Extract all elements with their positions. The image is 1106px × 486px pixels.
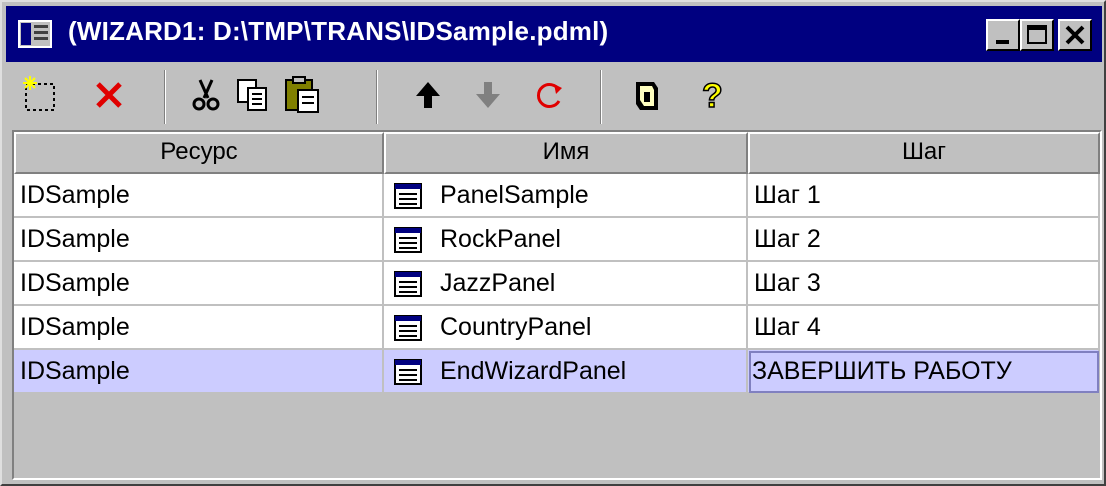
- arrow-up-icon: [416, 82, 440, 108]
- column-header-name[interactable]: Имя: [384, 132, 748, 174]
- toolbar-separator: [164, 70, 166, 124]
- copy-button[interactable]: [232, 74, 276, 116]
- panel-name: EndWizardPanel: [440, 357, 627, 385]
- resource-table: Ресурс Имя Шаг IDSample PanelSample Шаг …: [12, 130, 1102, 480]
- wizard-window: (WIZARD1: D:\TMP\TRANS\IDSample.pdml) ? …: [0, 0, 1106, 486]
- red-x-icon: [96, 82, 122, 108]
- panel-name: RockPanel: [440, 225, 561, 253]
- panel-icon: [394, 359, 422, 385]
- panel-icon: [394, 315, 422, 341]
- panel-icon: [394, 227, 422, 253]
- step-cell[interactable]: Шаг 4: [748, 306, 1100, 350]
- toolbar-separator: [376, 70, 378, 124]
- help-button[interactable]: ?: [690, 74, 734, 116]
- properties-icon: [636, 82, 658, 110]
- column-header-step[interactable]: Шаг: [748, 132, 1100, 174]
- name-cell[interactable]: EndWizardPanel: [384, 350, 748, 394]
- table-row-selected[interactable]: IDSample EndWizardPanel ЗАВЕРШИТЬ РАБОТУ: [14, 350, 1100, 394]
- panel-name: PanelSample: [440, 181, 589, 209]
- panel-name: CountryPanel: [440, 313, 592, 341]
- resource-cell[interactable]: IDSample: [14, 306, 384, 350]
- close-button[interactable]: [1058, 19, 1092, 51]
- svg-text:?: ?: [702, 77, 723, 115]
- table-row[interactable]: IDSample RockPanel Шаг 2: [14, 218, 1100, 262]
- new-icon: [23, 76, 55, 111]
- maximize-button[interactable]: [1020, 19, 1054, 51]
- toolbar-separator: [600, 70, 602, 124]
- cut-button[interactable]: [184, 74, 228, 116]
- table-row[interactable]: IDSample CountryPanel Шаг 4: [14, 306, 1100, 350]
- move-up-button[interactable]: [406, 74, 450, 116]
- minimize-button[interactable]: [986, 19, 1020, 51]
- paste-button[interactable]: [282, 74, 326, 116]
- scissors-icon: [192, 79, 220, 111]
- move-down-button[interactable]: [466, 74, 510, 116]
- resource-cell[interactable]: IDSample: [14, 350, 384, 394]
- panel-icon: [394, 183, 422, 209]
- refresh-button[interactable]: [528, 74, 572, 116]
- arrow-down-icon: [476, 82, 500, 108]
- resource-cell[interactable]: IDSample: [14, 174, 384, 218]
- delete-button[interactable]: [88, 74, 132, 116]
- resource-cell[interactable]: IDSample: [14, 218, 384, 262]
- minimize-icon: [996, 40, 1009, 44]
- new-button[interactable]: [20, 74, 64, 116]
- properties-button[interactable]: [626, 74, 670, 116]
- maximize-icon: [1027, 25, 1047, 44]
- step-cell[interactable]: Шаг 2: [748, 218, 1100, 262]
- step-cell[interactable]: Шаг 1: [748, 174, 1100, 218]
- title-bar[interactable]: (WIZARD1: D:\TMP\TRANS\IDSample.pdml): [6, 6, 1102, 62]
- panel-name: JazzPanel: [440, 269, 556, 297]
- step-cell[interactable]: Шаг 3: [748, 262, 1100, 306]
- close-icon: [1065, 25, 1085, 45]
- table-empty-area[interactable]: [14, 394, 1100, 478]
- question-icon: ?: [701, 76, 723, 116]
- table-row[interactable]: IDSample PanelSample Шаг 1: [14, 174, 1100, 218]
- column-header-resource[interactable]: Ресурс: [14, 132, 384, 174]
- toolbar: ?: [6, 64, 1102, 128]
- resource-cell[interactable]: IDSample: [14, 262, 384, 306]
- window-icon[interactable]: [18, 20, 52, 48]
- table-header: Ресурс Имя Шаг: [14, 132, 1100, 174]
- refresh-icon: [537, 83, 562, 108]
- step-cell[interactable]: ЗАВЕРШИТЬ РАБОТУ: [748, 350, 1100, 394]
- name-cell[interactable]: CountryPanel: [384, 306, 748, 350]
- name-cell[interactable]: JazzPanel: [384, 262, 748, 306]
- paste-icon: [285, 76, 319, 113]
- panel-icon: [394, 271, 422, 297]
- copy-icon: [237, 79, 267, 111]
- name-cell[interactable]: RockPanel: [384, 218, 748, 262]
- window-title: (WIZARD1: D:\TMP\TRANS\IDSample.pdml): [68, 16, 609, 46]
- name-cell[interactable]: PanelSample: [384, 174, 748, 218]
- table-row[interactable]: IDSample JazzPanel Шаг 3: [14, 262, 1100, 306]
